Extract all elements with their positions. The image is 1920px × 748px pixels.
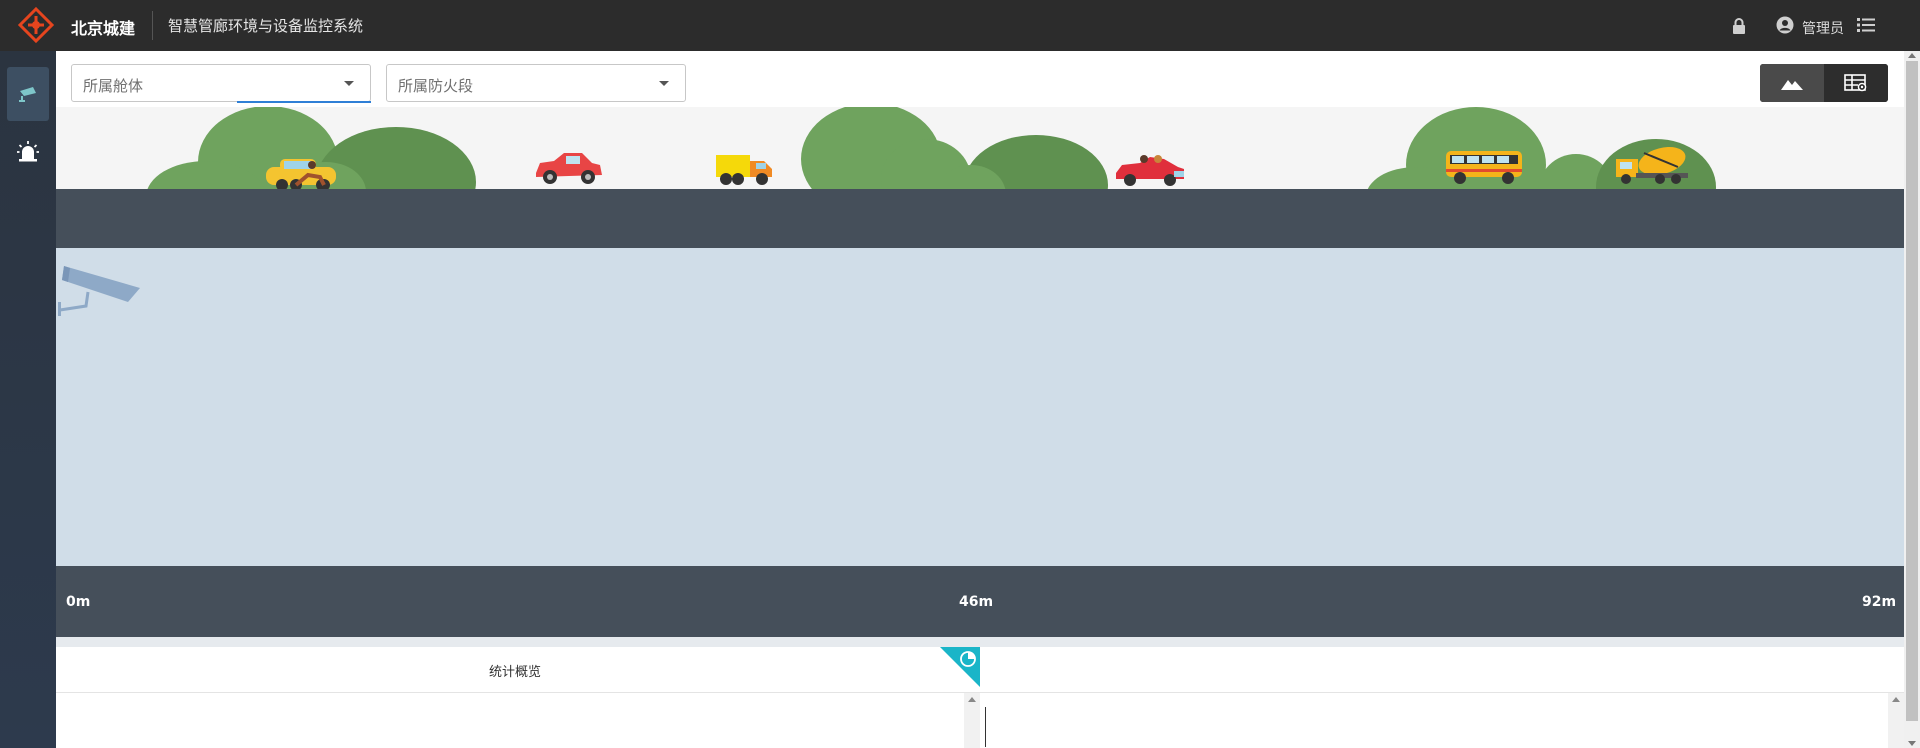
scroll-down-icon[interactable] xyxy=(1908,741,1916,746)
ruler-middle-label: 46m xyxy=(959,594,994,610)
camera-icon xyxy=(19,87,36,102)
main-panel: 所属舱体 所属防火段 0m 46m 92m 统计概览 xyxy=(56,51,1904,748)
yellow-truck-vehicle xyxy=(716,155,772,185)
scrollbar-thumb[interactable] xyxy=(1906,61,1918,721)
pie-chart-icon[interactable] xyxy=(940,647,980,687)
ruler-start-label: 0m xyxy=(66,594,91,610)
cabin-select-placeholder: 所属舱体 xyxy=(83,77,144,95)
focus-underline xyxy=(237,101,371,103)
red-convertible-vehicle xyxy=(1116,155,1184,186)
surveillance-camera-icon[interactable] xyxy=(58,262,142,322)
lock-icon[interactable] xyxy=(1731,17,1747,35)
view-toggle-scene[interactable] xyxy=(1760,64,1824,102)
tree-group-2 xyxy=(801,107,1108,189)
sidebar xyxy=(0,51,56,748)
top-bar: 北京城建 智慧管廊环境与设备监控系统 管理员 xyxy=(0,0,1920,51)
view-toggle xyxy=(1760,64,1888,102)
system-title: 智慧管廊环境与设备监控系统 xyxy=(168,17,364,35)
sidebar-item-alarm[interactable] xyxy=(7,125,49,179)
left-panel-scrollbar[interactable] xyxy=(964,693,980,748)
header-divider xyxy=(152,11,153,40)
fire-zone-select[interactable]: 所属防火段 xyxy=(386,64,686,102)
ruler-end-label: 92m xyxy=(1862,594,1897,610)
scroll-up-icon[interactable] xyxy=(1892,697,1900,702)
red-car-vehicle xyxy=(536,153,602,184)
section-gap xyxy=(56,637,1904,647)
filter-bar: 所属舱体 所属防火段 xyxy=(56,51,1904,107)
cabin-select[interactable]: 所属舱体 xyxy=(71,64,371,103)
user-circle-icon[interactable] xyxy=(1776,16,1794,34)
list-menu-icon[interactable] xyxy=(1857,17,1875,33)
chevron-down-icon xyxy=(659,81,669,86)
logo-icon xyxy=(17,6,55,44)
street-scene xyxy=(56,107,1904,189)
road-surface xyxy=(56,189,1904,248)
mountain-view-icon xyxy=(1781,80,1803,90)
fire-zone-select-placeholder: 所属防火段 xyxy=(398,77,474,95)
user-name[interactable]: 管理员 xyxy=(1802,18,1844,38)
chevron-down-icon xyxy=(344,81,354,86)
stats-content xyxy=(56,693,1904,748)
page-scrollbar[interactable] xyxy=(1904,51,1920,748)
scenery-illustration xyxy=(147,107,1716,189)
table-grid-icon xyxy=(1844,74,1867,92)
scroll-up-icon[interactable] xyxy=(968,697,976,702)
tunnel-section xyxy=(56,248,1904,566)
alarm-light-icon xyxy=(17,141,39,162)
sidebar-item-camera[interactable] xyxy=(7,67,49,121)
stats-title[interactable]: 统计概览 xyxy=(489,661,541,680)
distance-ruler: 0m 46m 92m xyxy=(56,566,1904,637)
scroll-up-icon[interactable] xyxy=(1908,53,1916,58)
text-cursor xyxy=(985,707,986,747)
stats-header: 统计概览 xyxy=(56,647,1904,693)
brand-name: 北京城建 xyxy=(71,19,136,38)
view-toggle-table[interactable] xyxy=(1824,64,1888,102)
right-panel-scrollbar[interactable] xyxy=(1888,693,1904,748)
